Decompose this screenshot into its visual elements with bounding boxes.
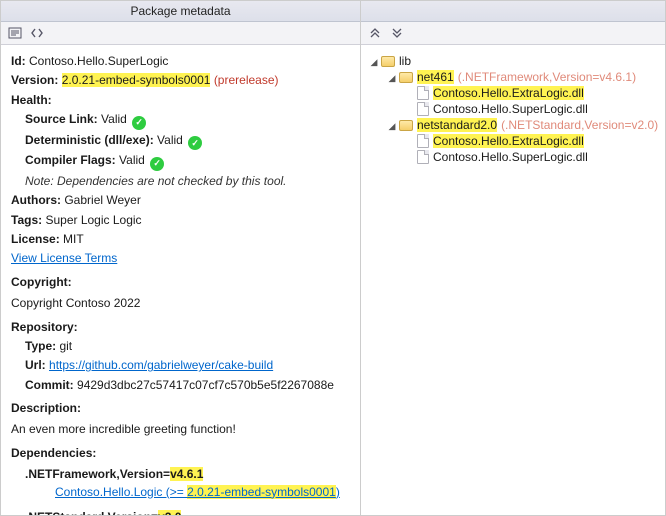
id-label: Id: <box>11 54 26 68</box>
collapse-all-icon[interactable] <box>389 25 405 41</box>
copyright-label: Copyright: <box>11 275 72 289</box>
contents-panel: ◢lib ◢net461(.NETFramework,Version=v4.6.… <box>360 0 666 516</box>
tree-label: lib <box>399 54 411 68</box>
contents-toolbar <box>361 22 665 45</box>
folder-icon <box>399 120 413 131</box>
repo-commit-value: 9429d3dbc27c57417c07cf7c570b5e5f2267088e <box>77 378 334 392</box>
deterministic-label: Deterministic (dll/exe): <box>25 133 154 147</box>
tree-label: Contoso.Hello.SuperLogic.dll <box>433 150 588 164</box>
chevron-down-icon[interactable]: ◢ <box>387 73 397 84</box>
version-value: 2.0.21-embed-symbols0001 <box>62 73 211 87</box>
file-icon <box>417 134 429 148</box>
dep-package-link[interactable]: Contoso.Hello.Logic (>= 2.0.21-embed-sym… <box>55 485 340 499</box>
authors-value: Gabriel Weyer <box>64 193 140 207</box>
metadata-toolbar <box>1 22 360 45</box>
dep-tfm-prefix: .NETStandard,Version= <box>25 510 158 515</box>
sourcelink-value: Valid <box>101 112 127 126</box>
metadata-title: Package metadata <box>1 1 360 22</box>
contents-tree[interactable]: ◢lib ◢net461(.NETFramework,Version=v4.6.… <box>361 45 665 515</box>
compilerflags-label: Compiler Flags: <box>25 153 116 167</box>
tree-label: netstandard2.0 <box>417 118 497 132</box>
file-icon <box>417 150 429 164</box>
check-icon: ✓ <box>132 116 146 130</box>
id-value: Contoso.Hello.SuperLogic <box>29 54 168 68</box>
tree-label: Contoso.Hello.SuperLogic.dll <box>433 102 588 116</box>
check-icon: ✓ <box>188 136 202 150</box>
health-label: Health: <box>11 93 52 107</box>
tree-file[interactable]: Contoso.Hello.ExtraLogic.dll <box>365 133 661 149</box>
tree-file[interactable]: Contoso.Hello.SuperLogic.dll <box>365 149 661 165</box>
chevron-down-icon[interactable]: ◢ <box>387 121 397 132</box>
license-link[interactable]: View License Terms <box>11 251 117 265</box>
dependencies-label: Dependencies: <box>11 446 96 460</box>
repo-commit-label: Commit: <box>25 378 74 392</box>
version-label: Version: <box>11 73 58 87</box>
dep-tfm: v4.6.1 <box>170 467 203 481</box>
view-xml-icon[interactable] <box>7 25 23 41</box>
check-icon: ✓ <box>150 157 164 171</box>
tags-value: Super Logic Logic <box>45 213 141 227</box>
repository-label: Repository: <box>11 320 78 334</box>
compilerflags-value: Valid <box>119 153 145 167</box>
description-value: An even more incredible greeting functio… <box>11 421 350 438</box>
version-prerelease: (prerelease) <box>214 73 279 87</box>
dependency-group: .NETStandard,Version=v2.0 Contoso.Hello.… <box>25 509 350 515</box>
license-label: License: <box>11 232 60 246</box>
repo-type-label: Type: <box>25 339 56 353</box>
view-code-icon[interactable] <box>29 25 45 41</box>
contents-title <box>361 1 665 22</box>
folder-icon <box>381 56 395 67</box>
sourcelink-label: Source Link: <box>25 112 98 126</box>
tree-tfm: (.NETStandard,Version=v2.0) <box>501 118 658 132</box>
tree-label: Contoso.Hello.ExtraLogic.dll <box>433 134 584 148</box>
tree-file[interactable]: Contoso.Hello.SuperLogic.dll <box>365 101 661 117</box>
expand-all-icon[interactable] <box>367 25 383 41</box>
tags-label: Tags: <box>11 213 42 227</box>
dep-tfm-prefix: .NETFramework,Version= <box>25 467 170 481</box>
tree-label: net461 <box>417 70 454 84</box>
tree-label: Contoso.Hello.ExtraLogic.dll <box>433 86 584 100</box>
dependency-group: .NETFramework,Version=v4.6.1 Contoso.Hel… <box>25 466 350 501</box>
deterministic-value: Valid <box>157 133 183 147</box>
file-icon <box>417 86 429 100</box>
copyright-value: Copyright Contoso 2022 <box>11 295 350 312</box>
dep-tfm: v2.0 <box>158 510 181 515</box>
tree-node-net461[interactable]: ◢ net461 (.NETFramework,Version=v4.6.1) <box>365 69 661 85</box>
license-value: MIT <box>63 232 84 246</box>
repo-url-value[interactable]: https://github.com/gabrielweyer/cake-bui… <box>49 358 273 372</box>
folder-icon <box>399 72 413 83</box>
metadata-panel: Package metadata Id: Contoso.Hello.Super… <box>0 0 360 516</box>
tree-tfm: (.NETFramework,Version=v4.6.1) <box>458 70 636 84</box>
tree-node-lib[interactable]: ◢ lib <box>365 53 661 69</box>
repo-type-value: git <box>59 339 72 353</box>
chevron-down-icon[interactable]: ◢ <box>369 57 379 68</box>
tree-node-netstandard20[interactable]: ◢ netstandard2.0 (.NETStandard,Version=v2.… <box>365 117 661 133</box>
authors-label: Authors: <box>11 193 61 207</box>
metadata-content: Id: Contoso.Hello.SuperLogic Version: 2.… <box>1 45 360 515</box>
tree-file[interactable]: Contoso.Hello.ExtraLogic.dll <box>365 85 661 101</box>
description-label: Description: <box>11 401 81 415</box>
repo-url-label: Url: <box>25 358 46 372</box>
health-note: Note: Dependencies are not checked by th… <box>25 173 350 190</box>
file-icon <box>417 102 429 116</box>
